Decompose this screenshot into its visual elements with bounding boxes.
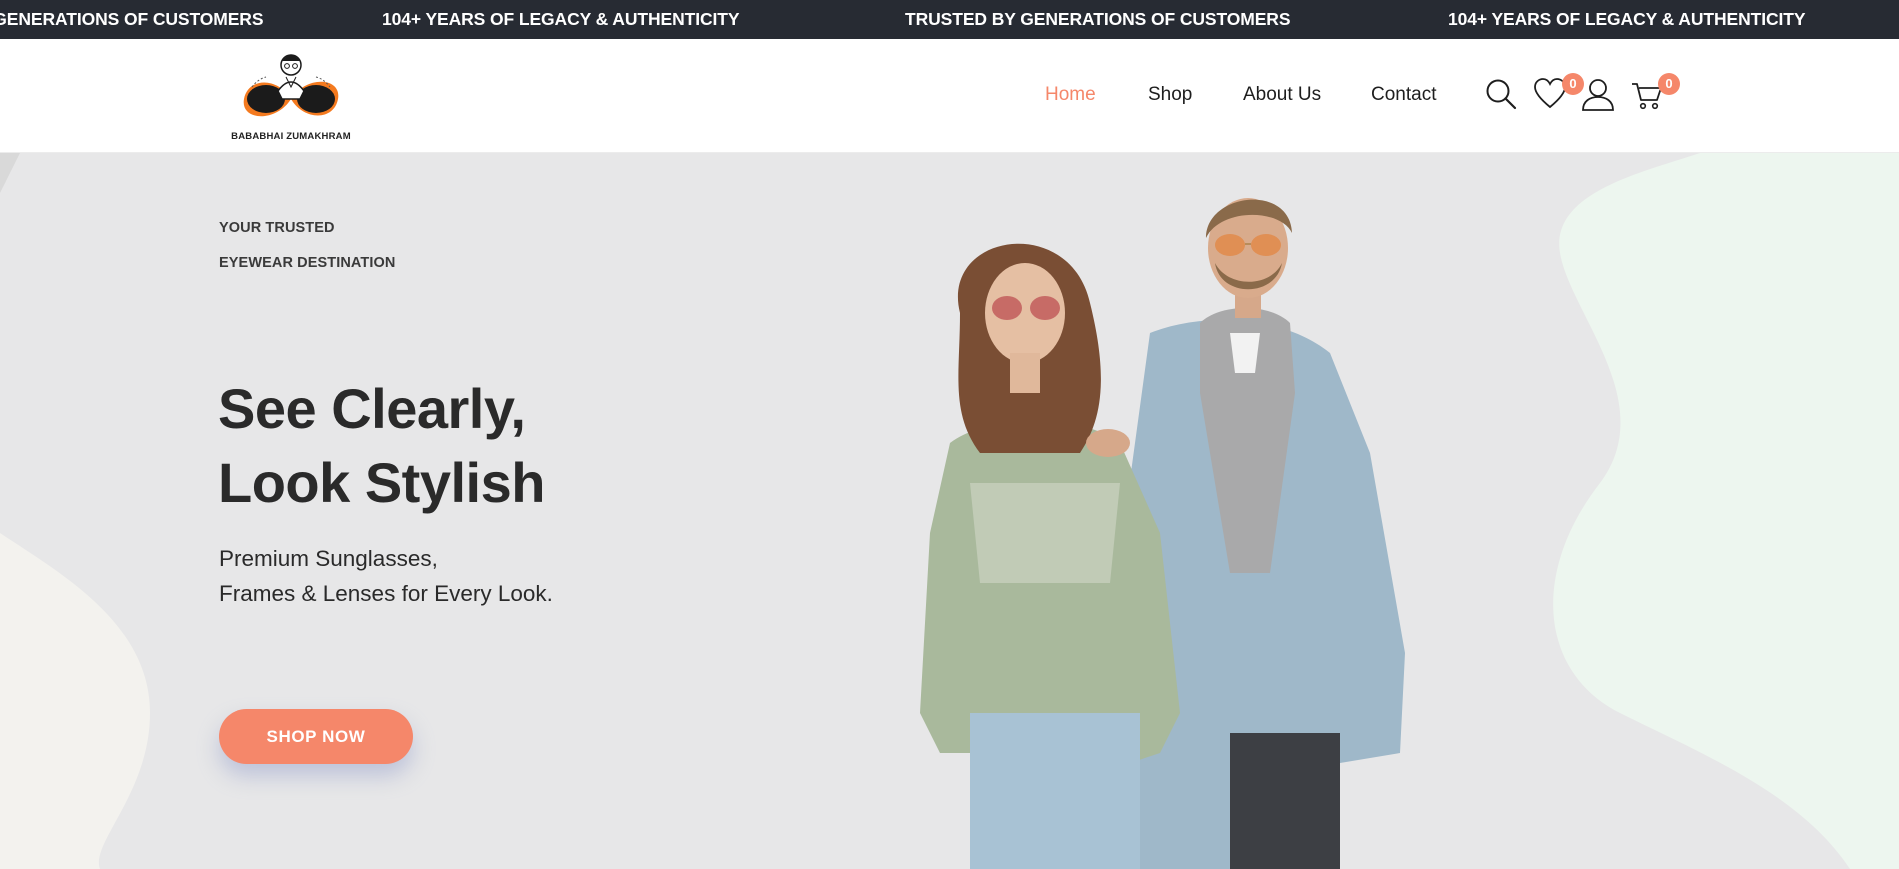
announcement-text: TRUSTED BY GENERATIONS OF CUSTOMERS	[905, 9, 1291, 29]
nav-item-shop[interactable]: Shop	[1148, 84, 1192, 106]
announcement-bar: TRUSTED BY GENERATIONS OF CUSTOMERS 104+…	[0, 0, 1899, 39]
nav-item-about-us[interactable]: About Us	[1243, 84, 1321, 106]
announcement-text: 104+ YEARS OF LEGACY & AUTHENTICITY	[382, 9, 740, 29]
hero-subtitle: Frames & Lenses for Every Look.	[219, 581, 553, 606]
hero-eyebrow: EYEWEAR DESTINATION	[219, 255, 396, 271]
search-button[interactable]	[1484, 77, 1518, 111]
hero-eyebrow: YOUR TRUSTED	[219, 220, 335, 236]
account-button[interactable]	[1581, 77, 1615, 111]
announcement-text: TRUSTED BY GENERATIONS OF CUSTOMERS	[0, 9, 264, 29]
cart-count-badge: 0	[1658, 73, 1680, 95]
user-icon	[1582, 79, 1614, 111]
site-header: BABABHAI ZUMAKHRAM Home Shop About Us Co…	[0, 39, 1899, 153]
brand-logo-mark	[243, 54, 339, 117]
nav-item-home[interactable]: Home	[1045, 84, 1096, 106]
brand-name: BABABHAI ZUMAKHRAM	[231, 131, 351, 142]
hero-section: YOUR TRUSTED EYEWEAR DESTINATION See Cle…	[0, 153, 1899, 869]
brand-logo[interactable]: BABABHAI ZUMAKHRAM	[228, 47, 354, 143]
search-icon	[1486, 79, 1517, 110]
shop-now-button[interactable]: SHOP NOW	[219, 709, 413, 764]
hero-models-image	[920, 198, 1405, 869]
nav-item-contact[interactable]: Contact	[1371, 84, 1436, 106]
hero-headline: See Clearly,	[218, 377, 526, 440]
hero-headline: Look Stylish	[218, 451, 545, 514]
announcement-text: 104+ YEARS OF LEGACY & AUTHENTICITY	[1448, 9, 1806, 29]
hero-subtitle: Premium Sunglasses,	[219, 546, 438, 571]
